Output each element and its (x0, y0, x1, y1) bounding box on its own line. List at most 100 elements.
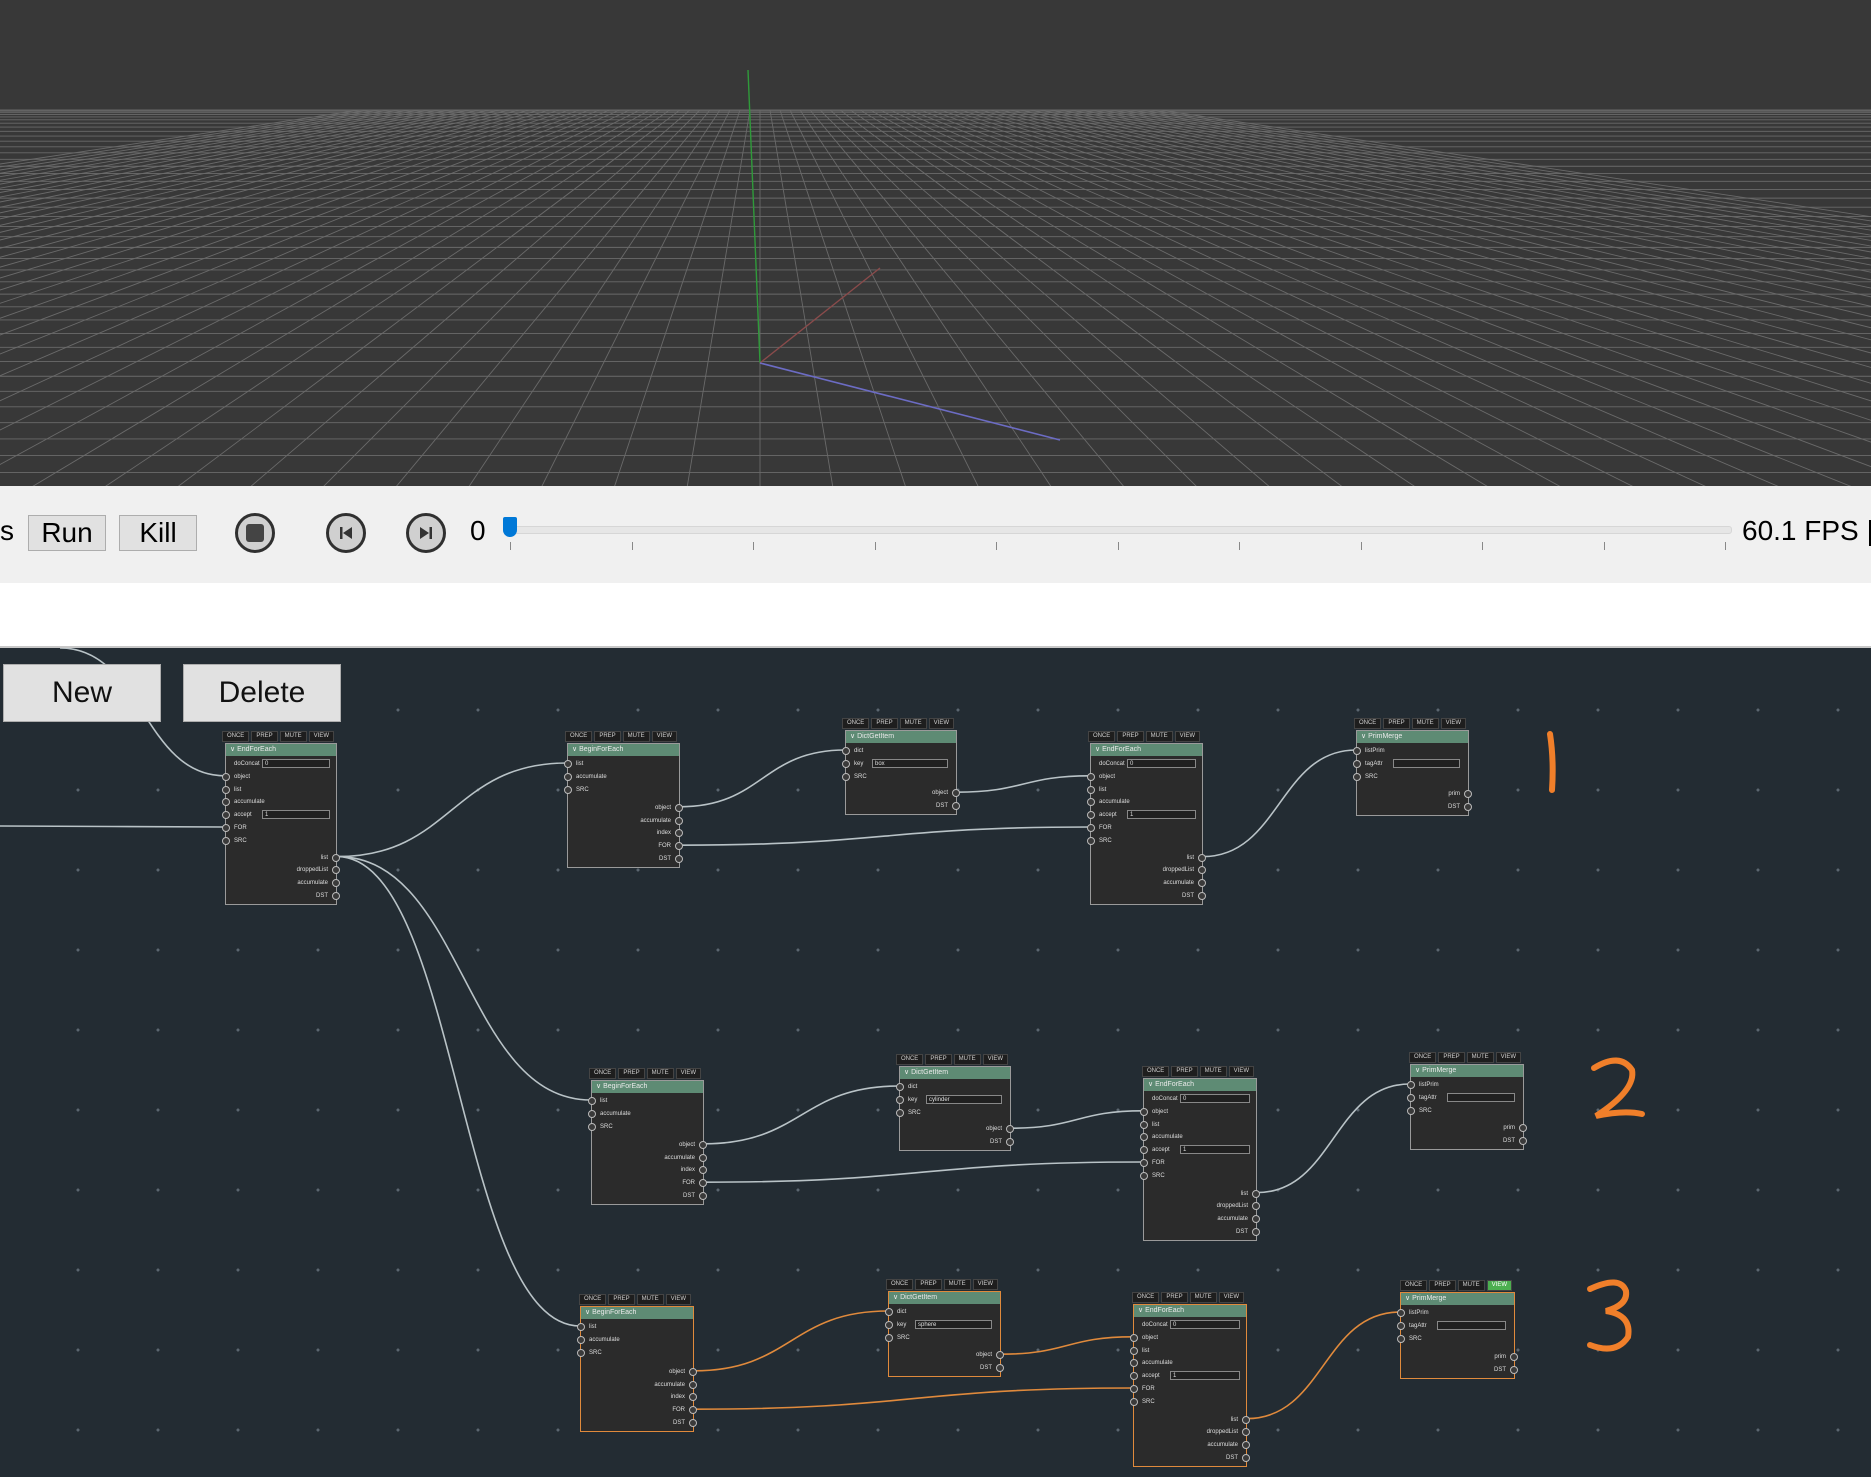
field-accept[interactable]: 1 (1127, 810, 1196, 820)
socket-SRC[interactable] (885, 1333, 893, 1342)
socket-tagAttr[interactable] (1407, 1093, 1415, 1102)
node-prep-toggle[interactable]: PREP (1117, 731, 1144, 742)
socket-key[interactable] (896, 1095, 904, 1104)
socket-object[interactable] (1140, 1107, 1148, 1116)
delete-node-button[interactable]: Delete (183, 664, 341, 722)
node-prep-toggle[interactable]: PREP (925, 1054, 952, 1065)
node-once-toggle[interactable]: ONCE (578, 1294, 607, 1305)
socket-dict[interactable] (885, 1308, 893, 1316)
socket-FOR[interactable] (1140, 1159, 1148, 1167)
socket-listPrim[interactable] (1397, 1309, 1405, 1317)
stop-button[interactable] (235, 513, 275, 553)
wire[interactable] (679, 826, 1091, 846)
socket-DST[interactable] (699, 1192, 707, 1200)
socket-dict[interactable] (842, 747, 850, 755)
socket-dict[interactable] (896, 1083, 904, 1091)
socket-SRC[interactable] (588, 1122, 596, 1131)
field-tagAttr[interactable] (1393, 758, 1460, 768)
node-once-toggle[interactable]: ONCE (1353, 718, 1382, 729)
wire[interactable] (1256, 1083, 1411, 1194)
node-view-toggle[interactable]: VIEW (1440, 718, 1466, 729)
socket-accumulate[interactable] (699, 1153, 707, 1162)
wire[interactable] (693, 1387, 1134, 1410)
socket-SRC[interactable] (577, 1348, 585, 1357)
socket-tagAttr[interactable] (1397, 1321, 1405, 1330)
node-prep-toggle[interactable]: PREP (251, 731, 278, 742)
node-g2_dict[interactable]: ONCE PREP MUTE VIEW ∨ DictGetItem dict key cyli… (895, 1054, 1014, 1151)
node-prep-toggle[interactable]: PREP (608, 1294, 635, 1305)
socket-SRC[interactable] (1087, 836, 1095, 845)
wire[interactable] (1246, 1311, 1401, 1420)
socket-DST[interactable] (689, 1419, 697, 1427)
socket-key[interactable] (842, 759, 850, 768)
wire[interactable] (703, 1161, 1144, 1183)
socket-accumulate[interactable] (1087, 798, 1095, 807)
prev-frame-button[interactable] (326, 513, 366, 553)
kill-button[interactable]: Kill (119, 515, 197, 551)
socket-DST[interactable] (1006, 1138, 1014, 1146)
next-frame-button[interactable] (406, 513, 446, 553)
socket-DST[interactable] (952, 802, 960, 810)
node-once-toggle[interactable]: ONCE (1131, 1292, 1160, 1303)
wire[interactable] (1010, 1110, 1144, 1129)
node-once-toggle[interactable]: ONCE (1399, 1280, 1428, 1291)
wire[interactable] (956, 775, 1091, 793)
socket-DST[interactable] (996, 1364, 1004, 1372)
node-mute-toggle[interactable]: MUTE (646, 1068, 674, 1079)
socket-accumulate[interactable] (588, 1109, 596, 1118)
node-view-toggle[interactable]: VIEW (665, 1294, 691, 1305)
socket-object[interactable] (699, 1140, 707, 1149)
wire[interactable] (1202, 749, 1357, 858)
socket-SRC[interactable] (564, 785, 572, 794)
node-prep-toggle[interactable]: PREP (618, 1068, 645, 1079)
node-g1_dict[interactable]: ONCE PREP MUTE VIEW ∨ DictGetItem dict key box S… (841, 718, 960, 815)
node-mute-toggle[interactable]: MUTE (1189, 1292, 1217, 1303)
field-doConcat[interactable]: 0 (1180, 1094, 1250, 1103)
socket-list[interactable] (577, 1323, 585, 1331)
field-tagAttr[interactable] (1447, 1092, 1515, 1102)
socket-listPrim[interactable] (1407, 1081, 1415, 1089)
socket-DST[interactable] (1464, 803, 1472, 811)
socket-DST[interactable] (675, 855, 683, 863)
socket-DST[interactable] (1242, 1454, 1250, 1462)
node-once-toggle[interactable]: ONCE (564, 731, 593, 742)
socket-accept[interactable] (222, 811, 230, 820)
new-node-button[interactable]: New (3, 664, 161, 722)
3d-viewport[interactable] (0, 0, 1871, 486)
timeline-thumb[interactable] (503, 517, 517, 537)
node-view-toggle[interactable]: VIEW (308, 731, 334, 742)
node-mute-toggle[interactable]: MUTE (1411, 718, 1439, 729)
node-view-toggle[interactable]: VIEW (1486, 1280, 1512, 1291)
node-prep-toggle[interactable]: PREP (1161, 1292, 1188, 1303)
node-g3_end[interactable]: ONCE PREP MUTE VIEW ∨ EndForEach doConcat 0 obj… (1130, 1292, 1250, 1467)
field-accept[interactable]: 1 (262, 810, 330, 820)
node-mute-toggle[interactable]: MUTE (953, 1054, 981, 1065)
node-view-toggle[interactable]: VIEW (972, 1279, 998, 1290)
socket-list[interactable] (1087, 785, 1095, 794)
field-key[interactable]: box (872, 758, 948, 768)
node-prep-toggle[interactable]: PREP (915, 1279, 942, 1290)
socket-list[interactable] (1252, 1189, 1260, 1198)
node-mute-toggle[interactable]: MUTE (1466, 1052, 1494, 1063)
wire[interactable] (679, 749, 846, 808)
node-once-toggle[interactable]: ONCE (588, 1068, 617, 1079)
socket-object[interactable] (1130, 1333, 1138, 1342)
socket-listPrim[interactable] (1353, 747, 1361, 755)
socket-DST[interactable] (1519, 1137, 1527, 1145)
socket-list[interactable] (588, 1097, 596, 1105)
socket-SRC[interactable] (1353, 772, 1361, 781)
socket-tagAttr[interactable] (1353, 759, 1361, 768)
node-mute-toggle[interactable]: MUTE (1457, 1280, 1485, 1291)
socket-DST[interactable] (332, 892, 340, 900)
node-g3_merge[interactable]: ONCE PREP MUTE VIEW ∨ PrimMerge listPrim tagAt… (1397, 1280, 1518, 1379)
node-once-toggle[interactable]: ONCE (841, 718, 870, 729)
socket-accept[interactable] (1140, 1146, 1148, 1155)
node-prep-toggle[interactable]: PREP (1383, 718, 1410, 729)
node-prep-toggle[interactable]: PREP (1171, 1066, 1198, 1077)
socket-DST[interactable] (1198, 892, 1206, 900)
node-g3_dict[interactable]: ONCE PREP MUTE VIEW ∨ DictGetItem dict key sphe… (885, 1279, 1004, 1377)
socket-accumulate[interactable] (1130, 1359, 1138, 1368)
socket-SRC[interactable] (1397, 1334, 1405, 1343)
field-tagAttr[interactable] (1437, 1320, 1506, 1330)
node-mute-toggle[interactable]: MUTE (622, 731, 650, 742)
